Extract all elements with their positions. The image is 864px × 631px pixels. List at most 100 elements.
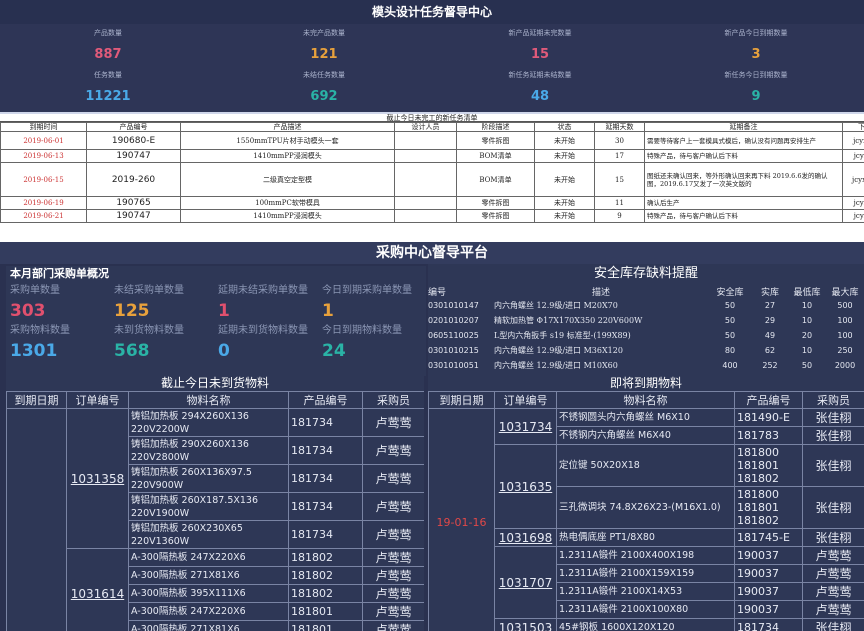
safety-stock-panel: 安全库存缺料提醒 编号 描述 安全库 实库 最低库 最大库 0301010147 内六角螺丝 … [428, 264, 864, 376]
cell-code: 190747 [86, 209, 181, 223]
undelivered-title: 截止今日未到货物料 [6, 376, 424, 391]
material-name: 不锈钢内六角螺丝 M6X40 [556, 426, 735, 445]
cell-designer [394, 196, 457, 210]
kpi-label: 新任务今日到期数量 [724, 71, 788, 79]
kpi-card: 未结采购单数量 125 [114, 284, 218, 322]
column-header: 物料名称 [128, 391, 289, 409]
cell-code: 190747 [86, 149, 181, 163]
section-gap [0, 230, 864, 242]
material-name: 铸铝加热板 260X187.5X136 220V1900W [128, 492, 289, 521]
kpi-value: 11221 [85, 89, 131, 104]
column-header: 状态 [534, 122, 595, 132]
order-number-link[interactable]: 1031698 [494, 528, 557, 547]
expiring-title: 即将到期物料 [428, 376, 864, 391]
safety-cell: 20 [801, 331, 813, 340]
material-name: 45#钢板 1600X120X120 [556, 618, 735, 631]
safety-row[interactable]: 0301010215 内六角螺丝 12.9级/进口 M36X120 80 62 10 25… [428, 343, 864, 358]
safety-cell: 100 [837, 316, 853, 325]
column-header: 最低库 [793, 287, 821, 298]
order-number-link[interactable]: 1031707 [494, 546, 557, 619]
kpi-value: 1 [322, 301, 334, 321]
kpi-card: 未到货物料数量 568 [114, 324, 218, 362]
product-code: 190037 [734, 546, 803, 565]
list-row[interactable]: 1031707 1.2311A锻件 2100X400X198 190037 卢莺莺 [429, 546, 864, 619]
list-row[interactable]: 1031614 A-300隔热板 247X220X6 181802 卢莺莺 [7, 548, 424, 631]
cell-status: 未开始 [534, 149, 595, 163]
product-code: 181734 [288, 436, 363, 465]
product-code: 181734 [734, 618, 803, 631]
table-row[interactable]: 2019-06-15 2019-260 二级真空定型模 BOM清单 未开始 15 图纸还未确… [0, 162, 864, 197]
list-row[interactable]: 1031635 定位键 50X20X18 181800 181801 181802 张… [429, 444, 864, 529]
column-header: 产品编号 [288, 391, 363, 409]
order-number-link[interactable]: 1031734 [494, 408, 557, 445]
order-number-link[interactable]: 1031635 [494, 444, 557, 529]
product-code: 190037 [734, 582, 803, 601]
material-name: 不锈钢圆头内六角螺丝 M6X10 [556, 408, 735, 427]
safety-row[interactable]: 0605110025 L型内六角扳手 s19 标准型-(199X89) 50 49 20… [428, 328, 864, 343]
purchase-overview-title: 本月部门采购单概况 [10, 267, 109, 280]
buyer-name: 卢莺莺 [802, 582, 864, 601]
list-row[interactable]: 1031503 45#钢板 1600X120X120 181734 张佳栩 [429, 618, 864, 631]
due-date-cell [6, 408, 67, 631]
cell-who: jcyxbfby [842, 149, 864, 163]
cell-code: 190765 [86, 196, 181, 210]
material-name: 铸铝加热板 294X260X136 220V2200W [128, 408, 289, 437]
column-header: 订单编号 [494, 391, 557, 409]
buyer-name: 张佳栩 [802, 426, 864, 445]
safety-cell: 62 [764, 346, 776, 355]
column-header: 延期备注 [644, 122, 843, 132]
cell-desc: 1410mmPP浸润模头 [180, 149, 395, 163]
due-date-cell: 19-01-16 [428, 408, 495, 631]
table-row[interactable]: 2019-06-19 190765 100mmPC软带模具 零件拆图 未开始 11 确认后生… [0, 196, 864, 210]
material-name: 1.2311A锻件 2100X400X198 [556, 546, 735, 565]
safety-row[interactable]: 0301010051 内六角螺丝 12.9级/进口 M10X60 400 252 50 2… [428, 358, 864, 373]
kpi-value: 9 [751, 89, 761, 104]
kpi-card: 新任务延期未结数量 48 [432, 70, 648, 106]
column-header: 产品编号 [86, 122, 181, 132]
table-row[interactable]: 2019-06-21 190747 1410mmPP浸润模头 零件拆图 未开始 9 特殊产品… [0, 209, 864, 223]
cell-desc: 二级真空定型模 [180, 162, 395, 197]
buyer-name: 张佳栩 [802, 408, 864, 427]
buyer-name: 张佳栩 [802, 618, 864, 631]
column-header: 编号 [428, 287, 447, 298]
undelivered-panel: 截止今日未到货物料 到期日期 订单编号 物料名称 产品编号 采购员 1031358 铸铝加… [6, 376, 424, 631]
order-number-link[interactable]: 1031358 [66, 408, 129, 549]
list-row[interactable]: 19-01-16 1031734 不锈钢圆头内六角螺丝 M6X10 181490-E 张… [428, 408, 864, 631]
product-code: 181734 [288, 408, 363, 437]
cell-status: 未开始 [534, 209, 595, 223]
cell-stage: BOM清单 [456, 162, 535, 197]
cell-date: 2019-06-21 [0, 209, 87, 223]
order-number-link[interactable]: 1031614 [66, 548, 129, 631]
safety-row[interactable]: 0301010147 内六角螺丝 12.9级/进口 M20X70 50 27 10 500 [428, 298, 864, 313]
buyer-name: 卢莺莺 [362, 520, 424, 549]
cell-designer [394, 149, 457, 163]
kpi-label: 延期未到货物料数量 [218, 325, 308, 336]
cell-stage: 零件拆图 [456, 209, 535, 223]
kpi-card: 延期未结采购单数量 1 [218, 284, 322, 322]
material-name: A-300隔热板 247X220X6 [128, 548, 289, 567]
order-number-link[interactable]: 1031503 [494, 618, 557, 631]
column-header: 延期天数 [594, 122, 645, 132]
kpi-card: 今日到期物料数量 24 [322, 324, 426, 362]
table-row[interactable]: 2019-06-13 190747 1410mmPP浸润模头 BOM清单 未开始 17 特殊… [0, 149, 864, 163]
safety-cell: 0201010207 [428, 316, 479, 325]
product-code: 190037 [734, 564, 803, 583]
safety-cell: 0301010215 [428, 346, 479, 355]
column-header: 到期日期 [6, 391, 67, 409]
kpi-value: 15 [530, 47, 550, 62]
material-name: 1.2311A锻件 2100X159X159 [556, 564, 735, 583]
list-row[interactable]: 1031358 铸铝加热板 294X260X136 220V2200W 181734… [6, 408, 424, 631]
safety-cell: 2000 [834, 361, 856, 370]
kpi-label: 采购物料数量 [10, 325, 70, 336]
kpi-card: 今日到期采购单数量 1 [322, 284, 426, 322]
safety-cell: 250 [837, 346, 853, 355]
list-row[interactable]: 1031698 热电偶底座 PT1/8X80 181745-E 张佳栩 [429, 528, 864, 547]
purchase-dashboard-title: 采购中心督导平台 [0, 242, 864, 264]
column-header: 最大库 [831, 287, 859, 298]
safety-cell: 50 [724, 331, 736, 340]
table-row[interactable]: 2019-06-01 190680-E 1550mmTPU片材手动模头一套 零件拆图未… [0, 131, 864, 150]
safety-row[interactable]: 0201010207 精软加热管 Φ17X170X350 220V600W 50 29… [428, 313, 864, 328]
safety-cell: 50 [801, 361, 813, 370]
product-code: 181802 [288, 584, 363, 603]
product-code: 181734 [288, 492, 363, 521]
